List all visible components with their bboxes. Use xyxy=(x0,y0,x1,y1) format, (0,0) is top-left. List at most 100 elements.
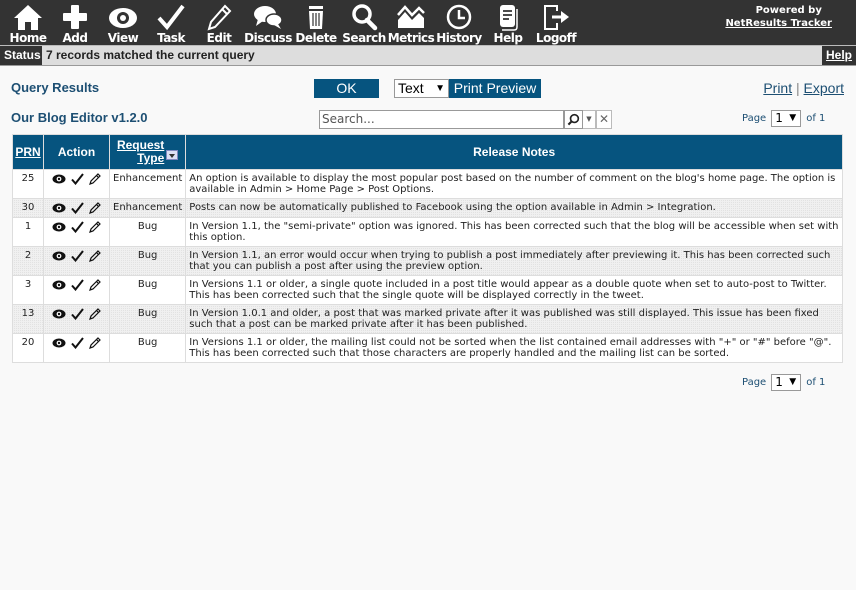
print-link[interactable]: Print xyxy=(763,80,792,96)
home-icon xyxy=(14,5,42,30)
nav-metrics[interactable]: Metrics xyxy=(387,0,435,45)
task-check-icon[interactable] xyxy=(71,337,84,350)
dropdown-arrow-icon: ▼ xyxy=(789,113,797,123)
release-notes-cell: In Version 1.1, the "semi-private" optio… xyxy=(185,217,843,247)
netresults-tracker-link[interactable]: NetResults Tracker xyxy=(725,18,832,29)
view-eye-icon[interactable] xyxy=(52,338,66,348)
prn-cell: 13 xyxy=(12,304,44,334)
task-check-icon[interactable] xyxy=(71,308,84,321)
action-cell xyxy=(43,198,110,218)
nav-metrics-label: Metrics xyxy=(387,31,435,45)
view-eye-icon[interactable] xyxy=(52,309,66,319)
nav-help[interactable]: Help xyxy=(493,0,523,45)
nav-logoff-label: Logoff xyxy=(535,31,577,45)
print-preview-button[interactable]: Print Preview xyxy=(449,79,541,98)
dropdown-arrow-icon: ▼ xyxy=(435,83,445,94)
table-row: 25 Enhancement An option is available to … xyxy=(12,169,843,199)
magnifier-icon xyxy=(352,4,378,31)
view-eye-icon[interactable] xyxy=(52,251,66,261)
prn-cell: 1 xyxy=(12,217,44,247)
format-select-value: Text xyxy=(398,80,424,96)
table-header-row: PRN Action Request Type Release Notes xyxy=(12,134,843,170)
action-cell xyxy=(43,275,110,305)
dropdown-arrow-icon: ▼ xyxy=(789,377,797,387)
column-header-prn[interactable]: PRN xyxy=(12,134,44,170)
nav-add[interactable]: Add xyxy=(58,0,92,45)
task-check-icon[interactable] xyxy=(71,250,84,263)
page-select[interactable]: 1 ▼ xyxy=(771,110,802,127)
page-total: of 1 xyxy=(806,113,826,124)
pager-bottom: Page 1 ▼ of 1 xyxy=(742,374,825,391)
prn-cell: 25 xyxy=(12,169,44,199)
request-type-cell: Bug xyxy=(108,304,187,334)
page-title: Query Results xyxy=(11,80,100,95)
edit-pencil-icon[interactable] xyxy=(89,308,102,320)
checkmark-icon xyxy=(157,4,185,31)
nav-logoff[interactable]: Logoff xyxy=(535,0,577,45)
logoff-arrow-icon xyxy=(544,5,569,30)
link-separator: | xyxy=(796,80,800,96)
release-notes-cell: An option is available to display the mo… xyxy=(185,169,843,199)
release-notes-cell: In Version 1.1, an error would occur whe… xyxy=(185,246,843,276)
nav-home[interactable]: Home xyxy=(8,0,48,45)
page-select-value: 1 xyxy=(775,111,783,125)
column-header-request-type[interactable]: Request Type xyxy=(108,134,187,170)
search-button[interactable] xyxy=(564,110,583,129)
format-select[interactable]: Text ▼ xyxy=(394,79,449,98)
nav-history[interactable]: History xyxy=(436,0,482,45)
task-check-icon[interactable] xyxy=(71,279,84,292)
edit-pencil-icon[interactable] xyxy=(89,337,102,349)
sort-request-type-link[interactable]: Request Type xyxy=(117,139,164,165)
view-eye-icon[interactable] xyxy=(52,280,66,290)
sort-prn-link[interactable]: PRN xyxy=(15,145,40,159)
close-icon: ✕ xyxy=(598,112,610,126)
powered-by-text: Powered by xyxy=(755,5,822,16)
edit-pencil-icon[interactable] xyxy=(89,173,102,185)
edit-pencil-icon[interactable] xyxy=(89,221,102,233)
nav-add-label: Add xyxy=(62,31,88,45)
nav-edit[interactable]: Edit xyxy=(203,0,235,45)
edit-pencil-icon[interactable] xyxy=(89,279,102,291)
ok-button[interactable]: OK xyxy=(314,79,379,98)
prn-cell: 2 xyxy=(12,246,44,276)
action-cell xyxy=(43,169,110,199)
column-header-release-notes: Release Notes xyxy=(185,134,843,170)
search-input[interactable]: Search... xyxy=(319,110,564,129)
nav-delete[interactable]: Delete xyxy=(295,0,337,45)
nav-view[interactable]: View xyxy=(104,0,142,45)
status-label: Status xyxy=(0,46,42,65)
filter-dropdown-icon[interactable] xyxy=(166,149,179,160)
edit-pencil-icon[interactable] xyxy=(89,202,102,214)
search-options-dropdown[interactable]: ▼ xyxy=(583,110,596,129)
search-clear-button[interactable]: ✕ xyxy=(596,110,612,129)
dropdown-arrow-icon: ▼ xyxy=(586,115,592,123)
page-label: Page xyxy=(742,377,767,388)
task-check-icon[interactable] xyxy=(71,202,84,215)
export-link[interactable]: Export xyxy=(804,80,844,96)
prn-cell: 30 xyxy=(12,198,44,218)
release-notes-cell: In Versions 1.1 or older, the mailing li… xyxy=(185,333,843,363)
help-link[interactable]: Help xyxy=(822,46,856,65)
prn-cell: 20 xyxy=(12,333,44,363)
powered-by: Powered by NetResults Tracker xyxy=(725,4,832,30)
view-eye-icon[interactable] xyxy=(52,174,66,184)
table-row: 1 Bug In Version 1.1, the "semi-private" … xyxy=(12,217,843,247)
view-eye-icon[interactable] xyxy=(52,222,66,232)
table-row: 2 Bug In Version 1.1, an error would occu… xyxy=(12,246,843,276)
pencil-icon xyxy=(207,4,232,31)
nav-search[interactable]: Search xyxy=(342,0,386,45)
nav-discuss[interactable]: Discuss xyxy=(244,0,292,45)
edit-pencil-icon[interactable] xyxy=(89,250,102,262)
metrics-chart-icon xyxy=(397,5,425,28)
pager-top: Page 1 ▼ of 1 xyxy=(742,110,825,127)
task-check-icon[interactable] xyxy=(71,173,84,186)
top-nav-bar: Home Add View Task Edit Discuss Delete S… xyxy=(0,0,856,45)
view-eye-icon[interactable] xyxy=(52,203,66,213)
release-notes-cell: In Versions 1.1 or older, a single quote… xyxy=(185,275,843,305)
task-check-icon[interactable] xyxy=(71,221,84,234)
nav-history-label: History xyxy=(436,31,482,45)
request-type-cell: Bug xyxy=(108,246,187,276)
nav-task[interactable]: Task xyxy=(154,0,188,45)
page-select[interactable]: 1 ▼ xyxy=(771,374,802,391)
nav-delete-label: Delete xyxy=(295,31,337,45)
